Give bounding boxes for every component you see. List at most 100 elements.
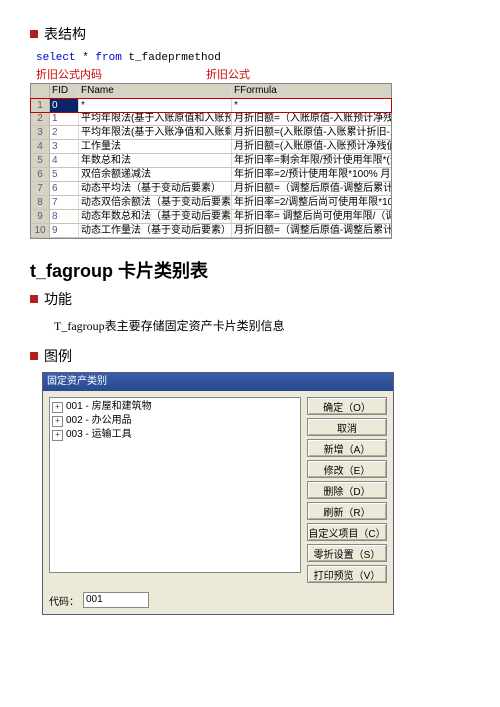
cell-fformula: 月折旧额=(入账原值-入账预计净残值)*月…	[232, 140, 391, 153]
sql-table: t_fadeprmethod	[122, 52, 221, 64]
row-index: 7	[31, 182, 50, 195]
table-row[interactable]: 1 0 * *	[30, 98, 392, 113]
table-row[interactable]: 2 1 平均年限法(基于入账原值和入账预计… 月折旧额=（入账原值-入账预计净残…	[31, 112, 391, 126]
result-grid: FID FName FFormula 1 0 * * 2 1 平均年限法(基于入…	[30, 83, 392, 239]
section-legend: 图例	[30, 346, 470, 366]
tree-label: 002 - 办公用品	[66, 414, 132, 428]
refresh-button[interactable]: 刷新（R）	[307, 502, 387, 520]
sql-statement: select * from t_fadeprmethod	[30, 50, 470, 66]
cell-fid: 9	[50, 224, 79, 237]
asset-category-dialog: 固定资产类别 + 001 - 房屋和建筑物 + 002 - 办公用品 + 003…	[42, 372, 394, 615]
row-index: 2	[31, 112, 50, 125]
row-index: 8	[31, 196, 50, 209]
table-row[interactable]: 4 3 工作量法 月折旧额=(入账原值-入账预计净残值)*月…	[31, 140, 391, 154]
edit-button[interactable]: 修改（E）	[307, 460, 387, 478]
row-index: 1	[31, 99, 50, 112]
cell-fid: 1	[50, 112, 79, 125]
cell-fformula: 月折旧额=（调整后原值-调整后累计折旧-调…	[232, 182, 391, 195]
cell-fname: *	[79, 99, 232, 112]
sql-keyword-from: from	[95, 52, 121, 64]
cell-fid: 0	[50, 99, 79, 112]
cell-fid: 5	[50, 168, 79, 181]
cell-fname: 动态年数总和法（基于变动后要素）	[79, 210, 232, 223]
cell-fname: 动态工作量法（基于变动后要素）	[79, 224, 232, 237]
expand-icon[interactable]: +	[52, 430, 63, 441]
zero-depr-button[interactable]: 零折设置（S）	[307, 544, 387, 562]
table-row[interactable]: 3 2 平均年限法(基于入账净值和入账剩余… 月折旧额=(入账原值-入账累计折旧…	[31, 126, 391, 140]
table-row[interactable]: 10 9 动态工作量法（基于变动后要素） 月折旧额=（调整后原值-调整后累计折旧…	[31, 224, 391, 238]
col-fname-header: FName	[79, 84, 232, 98]
sql-keyword-select: select	[36, 52, 76, 64]
section-table-structure: 表结构	[30, 24, 470, 44]
tree-label: 003 - 运输工具	[66, 428, 132, 442]
dialog-title: 固定资产类别	[47, 375, 107, 389]
cell-fformula: *	[232, 99, 391, 112]
cell-fformula: 年折旧率=2/调整后尚可使用年限*100% 月…	[232, 196, 391, 209]
row-index: 4	[31, 140, 50, 153]
tree-label: 001 - 房屋和建筑物	[66, 400, 152, 414]
category-tree[interactable]: + 001 - 房屋和建筑物 + 002 - 办公用品 + 003 - 运输工具	[49, 397, 301, 573]
col-rownum-header	[31, 84, 50, 98]
ok-button[interactable]: 确定（O）	[307, 397, 387, 415]
cell-fid: 6	[50, 182, 79, 195]
cell-fformula: 年折旧率= 调整后尚可使用年限/（调整后尚…	[232, 210, 391, 223]
expand-icon[interactable]: +	[52, 416, 63, 427]
custom-item-button[interactable]: 自定义项目（C）	[307, 523, 387, 541]
cell-fformula: 月折旧额=（调整后原值-调整后累计折旧-调…	[232, 224, 391, 237]
section-title: 图例	[44, 346, 72, 366]
col-fid-header: FID	[50, 84, 79, 98]
cell-fname: 动态双倍余额法（基于变动后要素）	[79, 196, 232, 209]
page-heading-fagroup: t_fagroup 卡片类别表	[30, 257, 470, 283]
sql-star: *	[76, 52, 96, 64]
annotation-right: 折旧公式	[206, 66, 250, 82]
dialog-button-column: 确定（O） 取消 新增（A） 修改（E） 删除（D） 刷新（R） 自定义项目（C…	[307, 397, 387, 583]
section-title: 表结构	[44, 24, 86, 44]
code-label: 代码：	[49, 593, 79, 608]
table-row[interactable]: 9 8 动态年数总和法（基于变动后要素） 年折旧率= 调整后尚可使用年限/（调整…	[31, 210, 391, 224]
tree-item[interactable]: + 002 - 办公用品	[52, 414, 298, 428]
table-row[interactable]: 8 7 动态双倍余额法（基于变动后要素） 年折旧率=2/调整后尚可使用年限*10…	[31, 196, 391, 210]
code-input[interactable]: 001	[83, 592, 149, 608]
bullet-icon	[30, 30, 38, 38]
annotation-left: 折旧公式内码	[36, 66, 206, 82]
tree-item[interactable]: + 001 - 房屋和建筑物	[52, 400, 298, 414]
cell-fname: 平均年限法(基于入账原值和入账预计…	[79, 112, 232, 125]
cell-fid: 4	[50, 154, 79, 167]
cell-fid: 8	[50, 210, 79, 223]
cell-fid: 2	[50, 126, 79, 139]
section-title: 功能	[44, 289, 72, 309]
cell-fname: 年数总和法	[79, 154, 232, 167]
dialog-body: + 001 - 房屋和建筑物 + 002 - 办公用品 + 003 - 运输工具…	[43, 391, 393, 589]
grid-header: FID FName FFormula	[31, 84, 391, 99]
delete-button[interactable]: 删除（D）	[307, 481, 387, 499]
dialog-footer: 代码： 001	[43, 589, 393, 614]
cell-fname: 工作量法	[79, 140, 232, 153]
cell-fformula: 年折旧率=剩余年限/预计使用年限*(预计使…	[232, 154, 391, 167]
section-function: 功能	[30, 289, 470, 309]
function-description: T_fagroup表主要存储固定资产卡片类别信息	[30, 315, 470, 342]
cancel-button[interactable]: 取消	[307, 418, 387, 436]
row-index: 6	[31, 168, 50, 181]
table-row[interactable]: 7 6 动态平均法（基于变动后要素） 月折旧额=（调整后原值-调整后累计折旧-调…	[31, 182, 391, 196]
cell-fname: 动态平均法（基于变动后要素）	[79, 182, 232, 195]
row-index: 3	[31, 126, 50, 139]
cell-fid: 3	[50, 140, 79, 153]
row-index: 5	[31, 154, 50, 167]
bullet-icon	[30, 352, 38, 360]
expand-icon[interactable]: +	[52, 402, 63, 413]
cell-fname: 双倍余额递减法	[79, 168, 232, 181]
cell-fid: 7	[50, 196, 79, 209]
cell-fname: 平均年限法(基于入账净值和入账剩余…	[79, 126, 232, 139]
cell-fformula: 月折旧额=（入账原值-入账预计净残值)/入账…	[232, 112, 391, 125]
annotation-row: 折旧公式内码 折旧公式	[30, 66, 470, 83]
dialog-titlebar: 固定资产类别	[43, 373, 393, 391]
print-preview-button[interactable]: 打印预览（V）	[307, 565, 387, 583]
row-index: 10	[31, 224, 50, 237]
table-row[interactable]: 6 5 双倍余额递减法 年折旧率=2/预计使用年限*100% 月折旧…	[31, 168, 391, 182]
cell-fformula: 月折旧额=(入账原值-入账累计折旧-入账预…	[232, 126, 391, 139]
table-row[interactable]: 5 4 年数总和法 年折旧率=剩余年限/预计使用年限*(预计使…	[31, 154, 391, 168]
add-button[interactable]: 新增（A）	[307, 439, 387, 457]
tree-item[interactable]: + 003 - 运输工具	[52, 428, 298, 442]
bullet-icon	[30, 295, 38, 303]
col-fformula-header: FFormula	[232, 84, 391, 98]
